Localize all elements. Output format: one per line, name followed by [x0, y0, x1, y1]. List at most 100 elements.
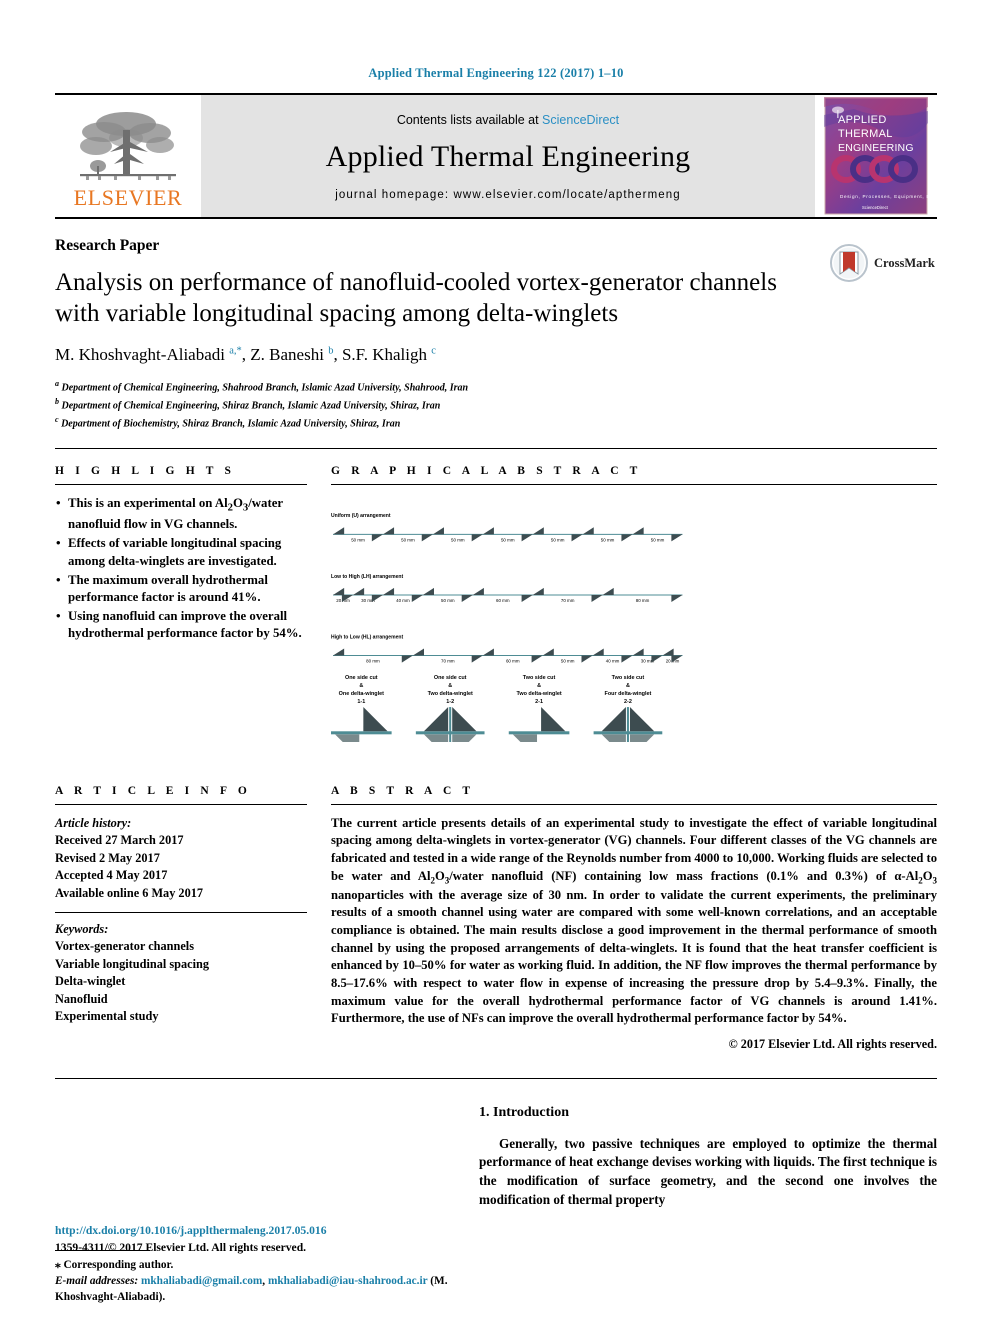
ga-class-line1: Two side cut — [612, 675, 645, 681]
journal-masthead: ELSEVIER Contents lists available at Sci… — [55, 93, 937, 219]
ga-delta-winglet — [401, 655, 413, 663]
ga-delta-winglet — [581, 655, 593, 663]
introduction-paragraph: Generally, two passive techniques are em… — [479, 1135, 937, 1207]
ga-delta-winglet — [521, 595, 533, 603]
ga-class-line1: Two side cut — [523, 675, 556, 681]
article-history-items: Received 27 March 2017 Revised 2 May 2017… — [55, 832, 307, 902]
highlights-column: H I G H L I G H T S This is an experimen… — [55, 465, 307, 746]
ga-class-line2: Two delta-winglet — [516, 691, 561, 697]
ga-winglet-down-left — [423, 734, 449, 759]
ga-delta-winglet — [632, 527, 644, 535]
ga-row-label: High to Low (HL) arrangement — [331, 635, 403, 641]
article-info-heading: A R T I C L E I N F O — [55, 784, 251, 797]
ga-spacing-label: 50 mm — [401, 538, 415, 543]
ga-delta-winglet — [333, 588, 345, 596]
abstract-divider — [331, 803, 937, 805]
ga-spacing-label: 50 mm — [501, 538, 515, 543]
ga-spacing-label: 80 mm — [366, 659, 380, 664]
ga-winglet-up-left — [423, 707, 449, 732]
email-note: E-mail addresses: mkhaliabadi@gmail.com,… — [55, 1274, 448, 1303]
issn-copyright: 1359-4311/© 2017 Elsevier Ltd. All right… — [55, 1241, 307, 1255]
ga-row-label: Low to High (LH) arrangement — [331, 574, 403, 580]
publisher-logo: ELSEVIER — [55, 95, 201, 217]
ga-delta-winglet — [671, 595, 683, 603]
article-history-item: Accepted 4 May 2017 — [55, 868, 168, 883]
ga-delta-winglet — [621, 655, 633, 663]
ga-class-code: 2-2 — [624, 699, 632, 705]
ga-delta-winglet — [382, 588, 395, 596]
highlight-item: The maximum overall hydrothermal perform… — [55, 571, 307, 606]
ga-spacing-label: 70 mm — [561, 598, 575, 603]
ga-class-line2: Four delta-winglet — [605, 691, 652, 697]
ga-spacing-label: 40 mm — [396, 598, 410, 603]
ga-center-strip — [449, 707, 452, 759]
publisher-name: ELSEVIER — [73, 184, 183, 210]
ga-delta-winglet — [532, 527, 544, 535]
svg-text:APPLIED: APPLIED — [838, 114, 887, 126]
corresponding-author-note: ⁎ Corresponding author. — [55, 1258, 174, 1271]
ga-delta-winglet — [542, 648, 554, 656]
highlight-item: Using nanofluid can improve the overall … — [55, 607, 307, 642]
copyright-line: © 2017 Elsevier Ltd. All rights reserved… — [728, 1036, 937, 1051]
ga-row-label: Uniform (U) arrangement — [331, 514, 391, 520]
ga-delta-winglet — [371, 534, 383, 542]
ga-delta-winglet — [333, 648, 345, 656]
doi-link[interactable]: http://dx.doi.org/10.1016/j.applthermale… — [55, 1223, 327, 1240]
email-link-1[interactable]: mkhaliabadi@gmail.com — [141, 1275, 262, 1287]
abstract-paragraph: The current article presents details of … — [331, 815, 938, 1026]
highlights-heading: H I G H L I G H T S — [55, 465, 236, 478]
ga-delta-winglet — [411, 595, 423, 603]
ga-delta-winglet — [602, 588, 614, 596]
keywords-divider — [55, 912, 307, 914]
article-history: Article history: Received 27 March 2017 R… — [55, 815, 307, 902]
ga-delta-winglet — [412, 648, 425, 656]
ga-delta-winglet — [482, 648, 494, 656]
sciencedirect-link[interactable]: ScienceDirect — [542, 113, 619, 127]
ga-spacing-label: 50 mm — [441, 598, 455, 603]
ga-arrangement-row: Low to High (LH) arrangement20 mm 30 mm 40… — [331, 574, 683, 603]
abstract-column: A B S T R A C T The current article pres… — [331, 785, 937, 1052]
article-info-column: A R T I C L E I N F O Article history: R… — [55, 785, 307, 1052]
masthead-center: Contents lists available at ScienceDirec… — [201, 95, 815, 217]
ga-delta-winglet — [592, 648, 604, 656]
crossmark-badge[interactable]: CrossMark — [829, 241, 937, 285]
keywords-items: Vortex-generator channels Variable longit… — [55, 938, 307, 1025]
abstract-heading: A B S T R A C T — [331, 784, 475, 797]
ga-delta-winglet — [471, 534, 483, 542]
svg-text:ENGINEERING: ENGINEERING — [838, 142, 914, 154]
ga-delta-winglet — [521, 534, 533, 542]
highlight-item: This is an experimental on Al2O3/water n… — [55, 494, 307, 533]
ga-delta-winglet — [632, 648, 644, 656]
ga-delta-winglet — [621, 534, 633, 542]
ga-center-strip — [626, 707, 629, 759]
ga-delta-winglet — [582, 527, 594, 535]
ga-delta-winglet — [421, 534, 433, 542]
email-link-2[interactable]: mkhaliabadi@iau-shahrood.ac.ir — [268, 1275, 428, 1287]
ga-class-amp: & — [359, 683, 363, 689]
ga-delta-winglet — [651, 655, 663, 663]
ga-spacing-label: 80 mm — [636, 598, 650, 603]
article-info-divider — [55, 803, 307, 805]
footnote-column: ⁎ Corresponding author. E-mail addresses… — [55, 1105, 455, 1305]
page-footer: http://dx.doi.org/10.1016/j.applthermale… — [55, 1223, 327, 1257]
keyword-item: Experimental study — [55, 1009, 159, 1024]
ga-class-line2: Two delta-winglet — [428, 691, 473, 697]
ga-class-line2: One delta-winglet — [339, 691, 385, 697]
article-type: Research Paper — [55, 237, 160, 254]
ga-class-item: One side cut & Two delta-winglet 1-2 — [415, 675, 485, 759]
journal-cover-thumbnail[interactable]: APPLIED THERMAL ENGINEERING Design, Proc… — [815, 95, 937, 217]
ga-delta-winglet — [382, 527, 395, 535]
ga-delta-winglet — [662, 648, 674, 656]
affiliation-item: b Department of Chemical Engineering, Sh… — [55, 397, 441, 412]
ga-delta-winglet — [353, 588, 365, 596]
keyword-item: Vortex-generator channels — [55, 939, 195, 954]
ga-winglet-up-right — [363, 707, 388, 732]
journal-homepage[interactable]: journal homepage: www.elsevier.com/locat… — [335, 189, 681, 201]
ga-plate — [508, 731, 570, 735]
ga-class-code: 1-2 — [446, 699, 454, 705]
article-header: Research Paper Analysis on performance o… — [55, 219, 937, 432]
ga-class-line1: One side cut — [345, 675, 378, 681]
journal-cover-icon: APPLIED THERMAL ENGINEERING Design, Proc… — [824, 97, 928, 215]
keyword-item: Delta-winglet — [55, 974, 126, 989]
introduction-heading: 1. Introduction — [479, 1104, 569, 1120]
